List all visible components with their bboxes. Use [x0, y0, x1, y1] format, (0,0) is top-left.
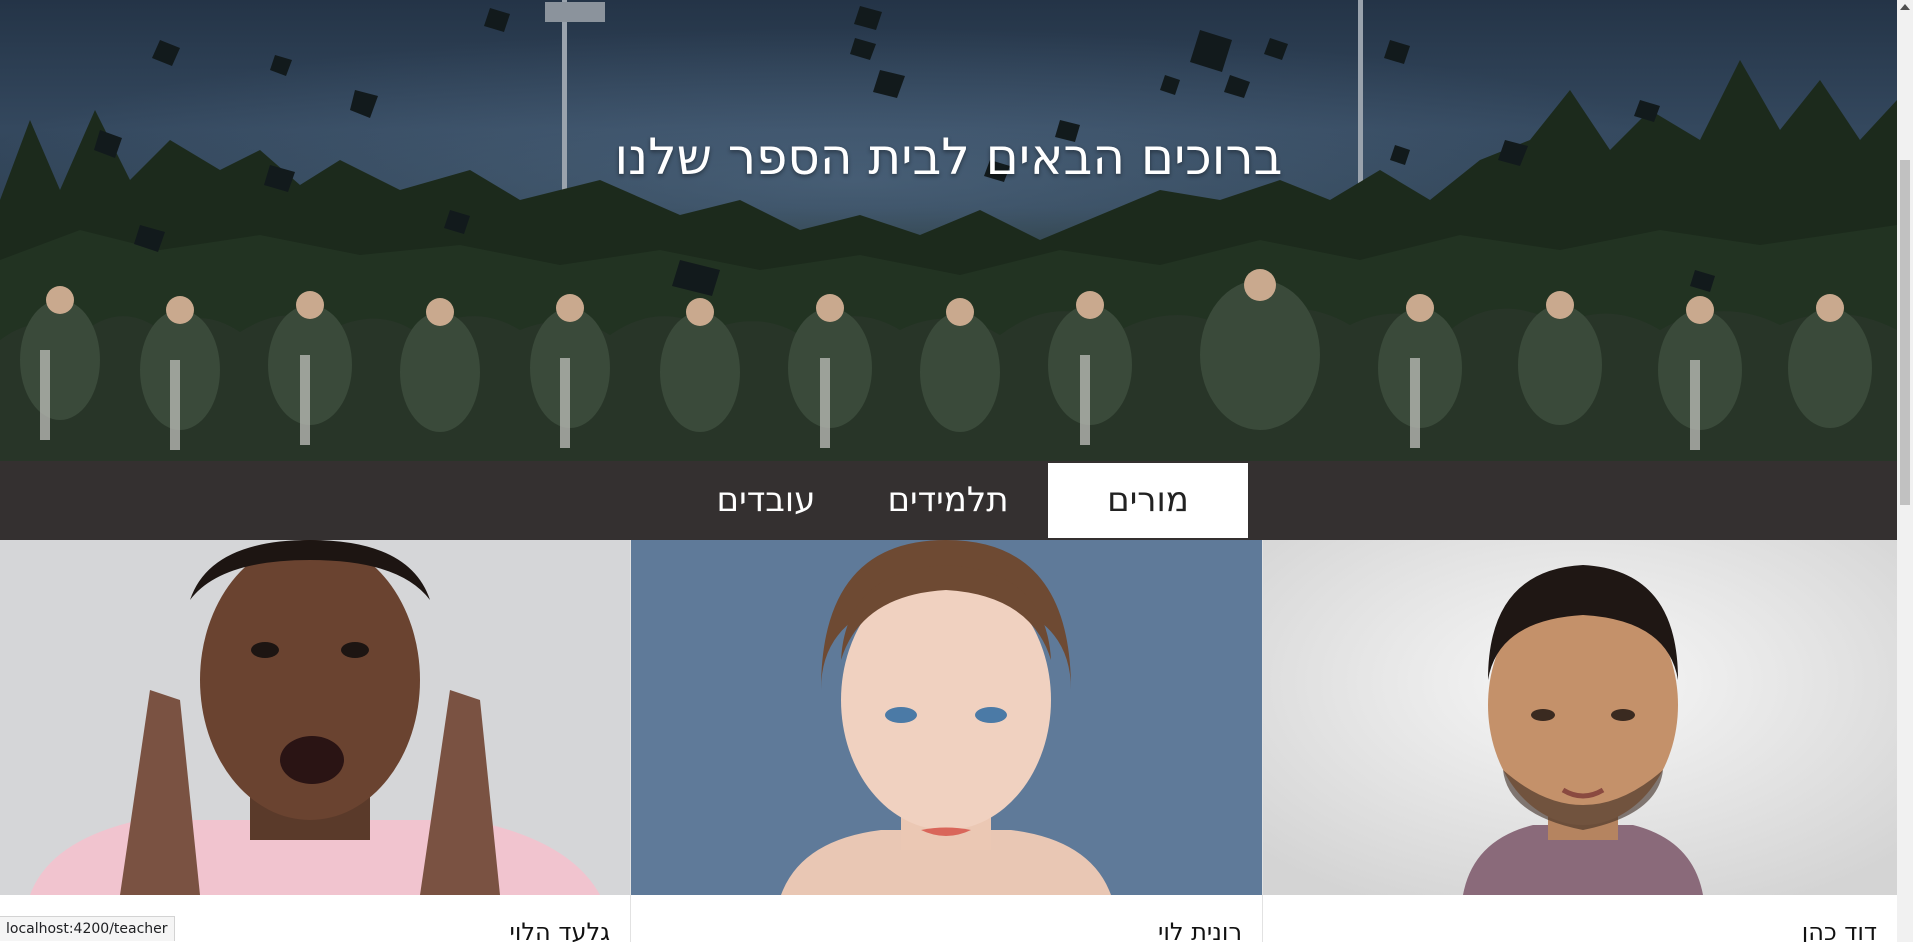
tab-teachers[interactable]: מורים — [1048, 463, 1248, 538]
teacher-card[interactable]: דוד כהן — [1263, 540, 1897, 942]
hero-title: ברוכים הבאים לבית הספר שלנו — [614, 128, 1283, 186]
teacher-cards: דוד כהן רונית לוי גלעד הלוי — [0, 540, 1897, 942]
teacher-photo — [1263, 540, 1897, 895]
teacher-photo — [631, 540, 1262, 895]
tab-students[interactable]: תלמידים — [860, 463, 1036, 538]
teacher-card[interactable]: רונית לוי — [631, 540, 1263, 942]
teacher-name: דוד כהן — [1801, 918, 1877, 942]
vertical-scrollbar[interactable] — [1897, 0, 1913, 942]
page: ברוכים הבאים לבית הספר שלנו מורים תלמידי… — [0, 0, 1897, 942]
scroll-up-arrow-icon[interactable] — [1900, 4, 1910, 10]
teacher-photo — [0, 540, 630, 895]
teacher-name: רונית לוי — [1157, 918, 1242, 942]
status-bar-url: localhost:4200/teacher — [0, 916, 175, 941]
tab-bar: מורים תלמידים עובדים — [0, 461, 1897, 540]
hero-banner: ברוכים הבאים לבית הספר שלנו — [0, 0, 1897, 461]
teacher-card[interactable]: גלעד הלוי — [0, 540, 631, 942]
scroll-thumb[interactable] — [1900, 160, 1910, 505]
teacher-name: גלעד הלוי — [509, 918, 610, 942]
hero-photo — [0, 0, 1897, 461]
tab-workers[interactable]: עובדים — [682, 463, 850, 538]
